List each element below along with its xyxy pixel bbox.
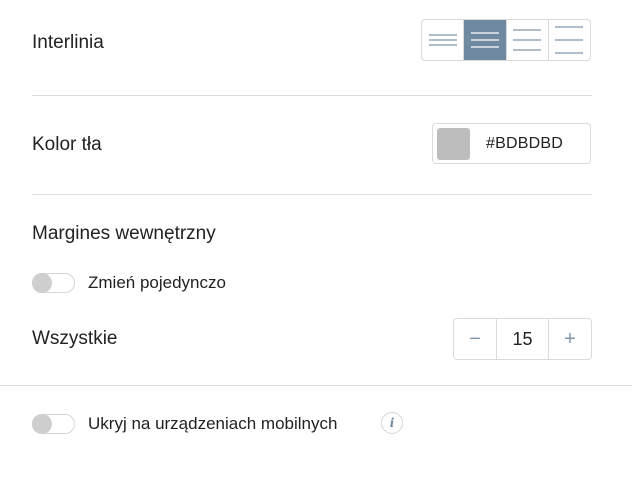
toggle-knob <box>32 273 52 293</box>
line-spacing-tight-icon <box>428 34 457 46</box>
line-spacing-tight-button[interactable] <box>422 20 465 60</box>
increment-button[interactable]: + <box>549 319 591 359</box>
padding-label: Margines wewnętrzny <box>32 223 216 244</box>
background-color-label: Kolor tła <box>32 134 102 155</box>
line-spacing-wide-button[interactable] <box>507 20 549 60</box>
line-spacing-widest-icon <box>555 26 584 54</box>
line-spacing-label: Interlinia <box>32 32 104 53</box>
padding-all-label: Wszystkie <box>32 328 118 349</box>
line-spacing-normal-icon <box>470 32 499 48</box>
divider <box>32 95 592 96</box>
line-spacing-selector <box>421 19 591 61</box>
line-spacing-wide-icon <box>513 29 542 51</box>
hide-on-mobile-toggle[interactable] <box>32 414 75 434</box>
individual-padding-label: Zmień pojedynczo <box>88 273 226 292</box>
line-spacing-normal-button[interactable] <box>464 20 507 60</box>
background-color-picker[interactable]: #BDBDBD <box>432 123 591 164</box>
padding-stepper: − 15 + <box>453 318 592 360</box>
divider <box>32 194 592 195</box>
padding-value[interactable]: 15 <box>496 319 549 359</box>
hide-on-mobile-label: Ukryj na urządzeniach mobilnych <box>88 414 338 433</box>
color-hex-value: #BDBDBD <box>486 135 563 152</box>
info-icon[interactable]: i <box>381 412 403 434</box>
decrement-button[interactable]: − <box>454 319 496 359</box>
divider <box>0 385 632 386</box>
toggle-knob <box>32 414 52 434</box>
individual-padding-toggle[interactable] <box>32 273 75 293</box>
line-spacing-widest-button[interactable] <box>549 20 590 60</box>
color-swatch[interactable] <box>437 128 470 160</box>
